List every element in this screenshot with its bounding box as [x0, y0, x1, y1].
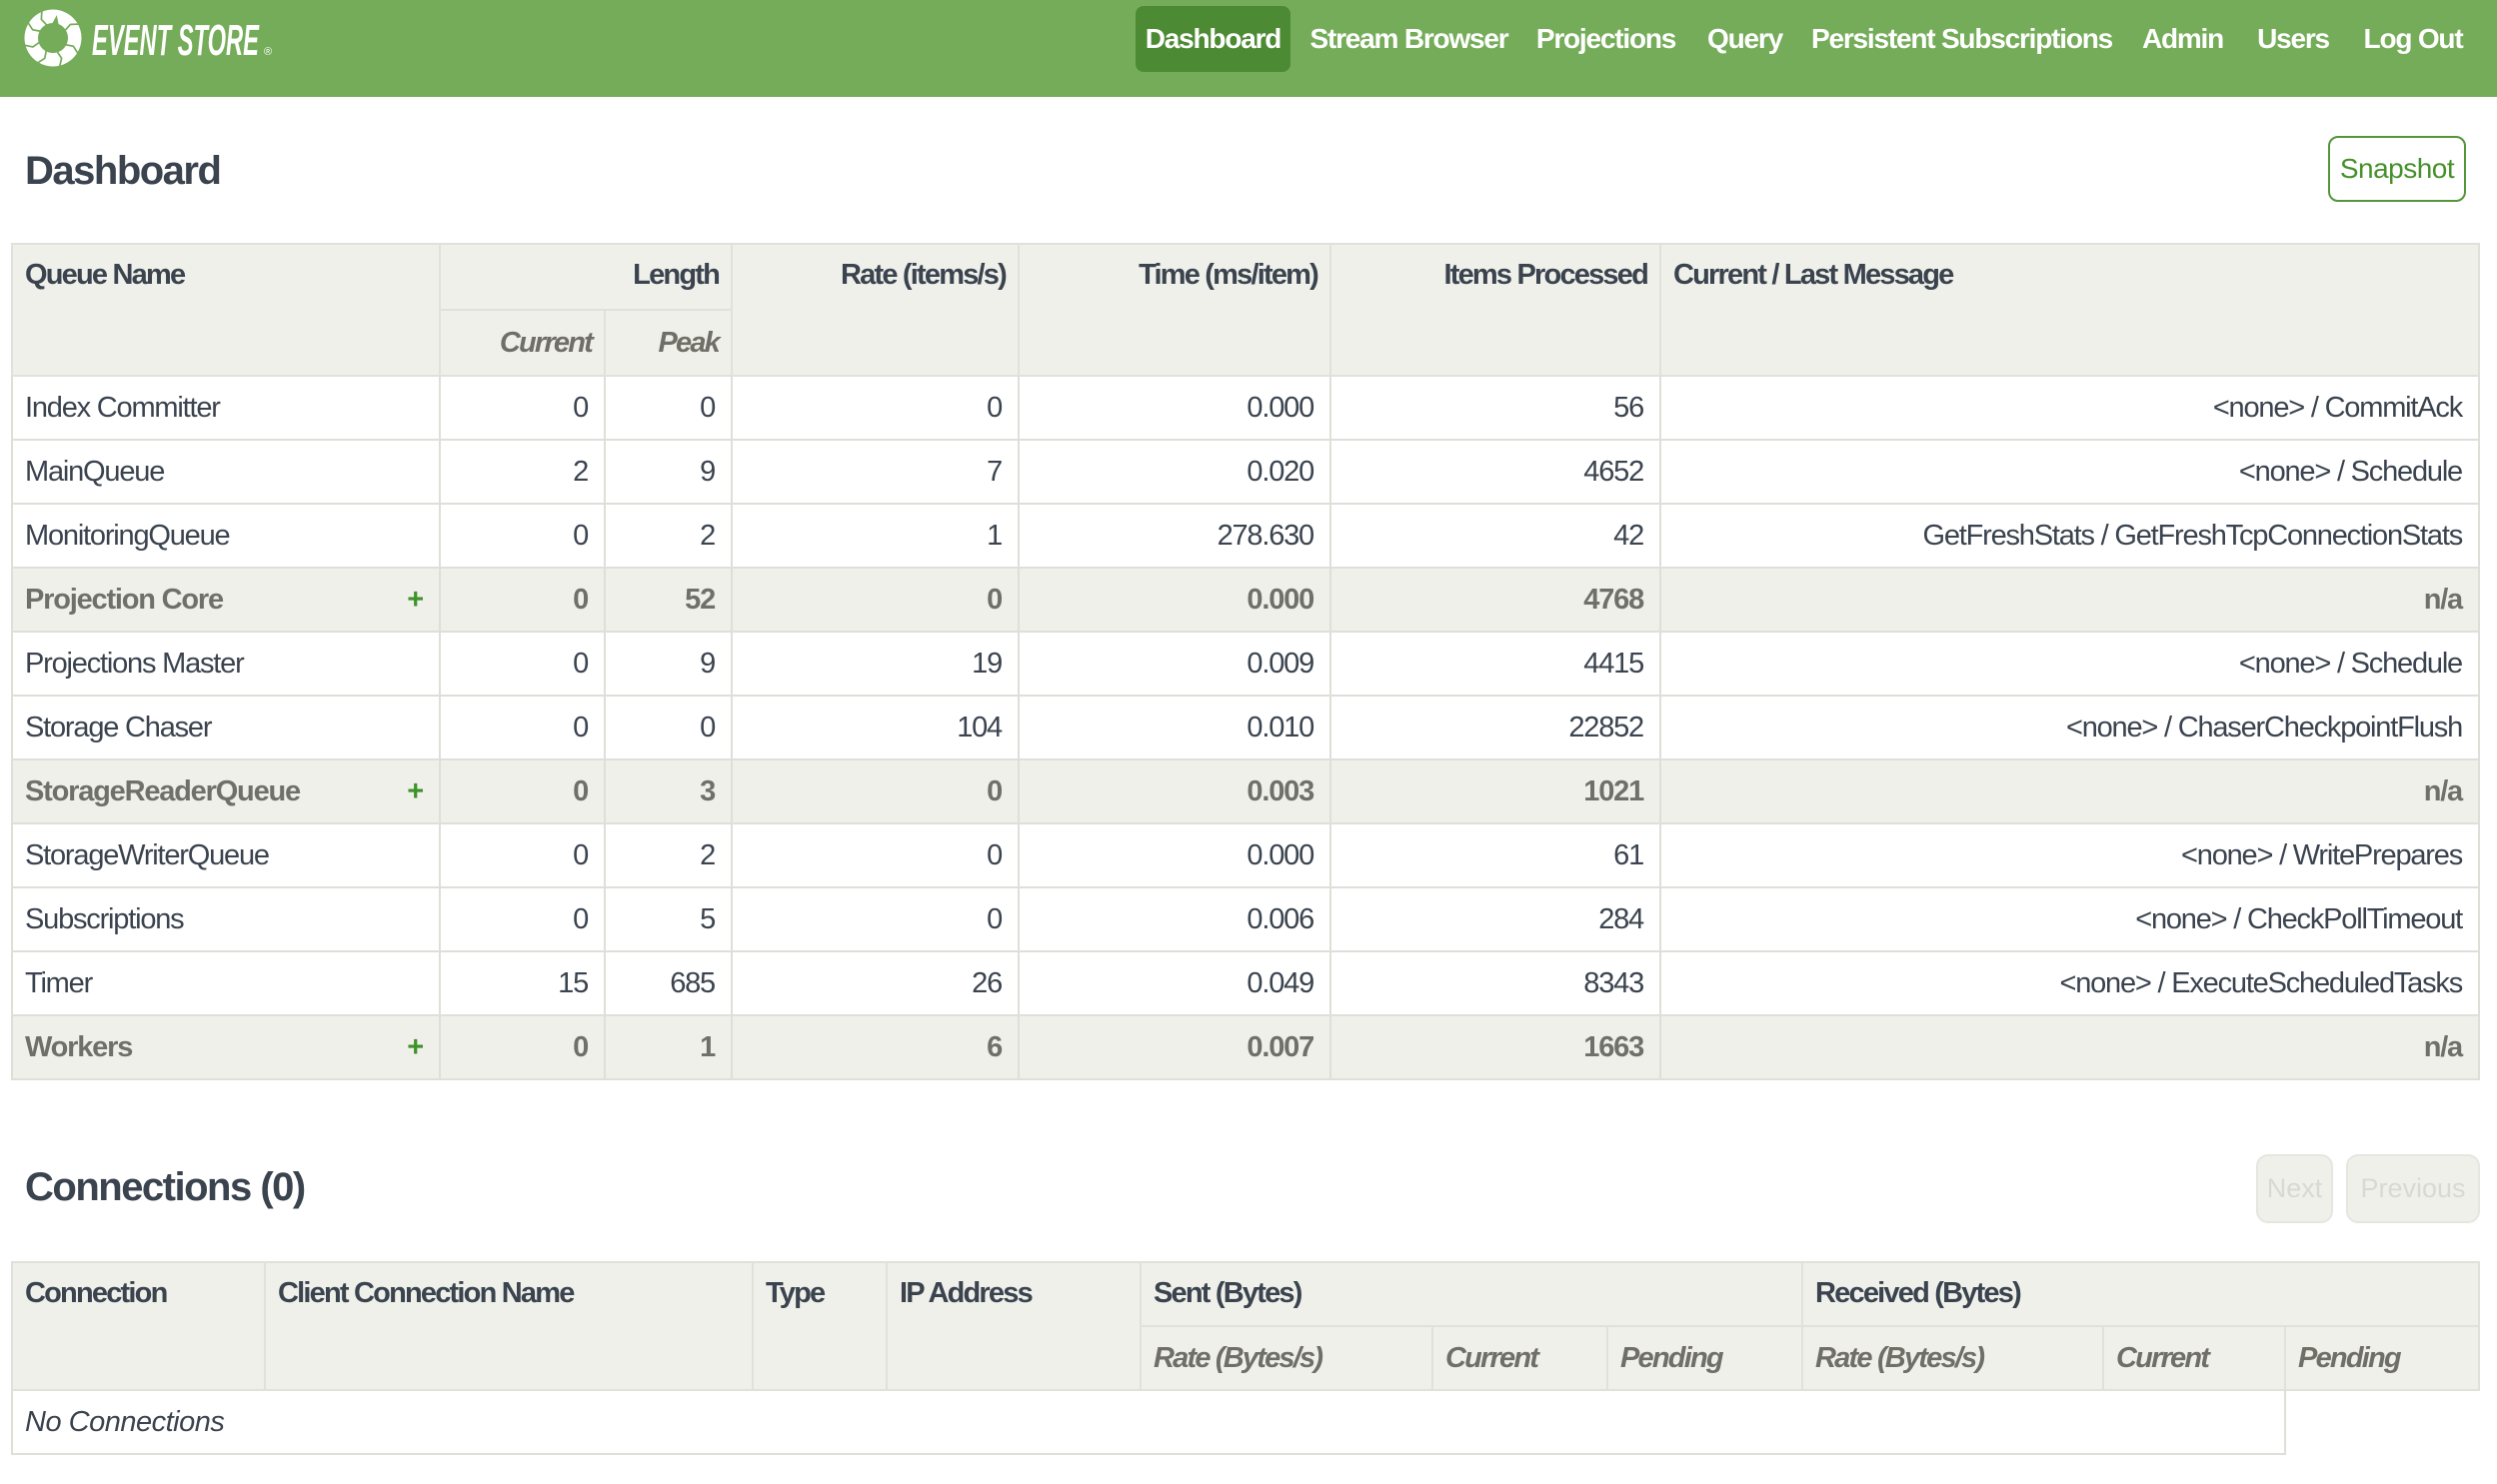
svg-text:®: ®	[264, 46, 272, 58]
svg-text:EVENT STORE: EVENT STORE	[92, 16, 260, 65]
